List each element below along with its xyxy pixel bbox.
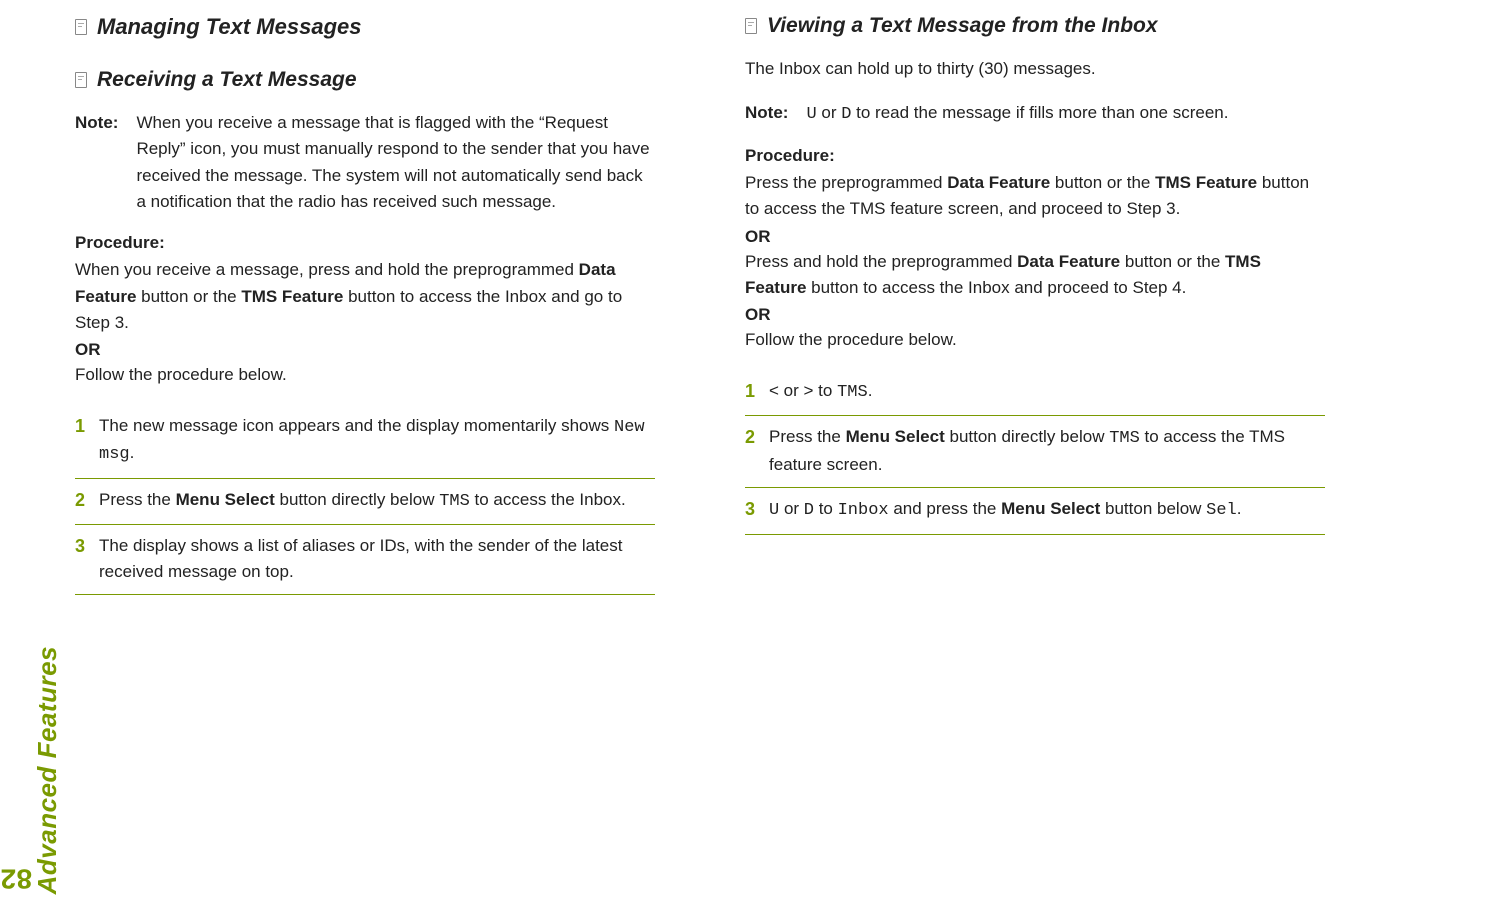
heading-text: Receiving a Text Message: [97, 68, 357, 92]
doc-icon: [75, 72, 87, 88]
heading-receiving: Receiving a Text Message: [75, 68, 655, 92]
step-number: 2: [75, 487, 85, 515]
page-body: Managing Text Messages Receiving a Text …: [65, 0, 1505, 898]
step-text: U or D to Inbox and press the Menu Selec…: [769, 496, 1241, 524]
procedure-intro: When you receive a message, press and ho…: [75, 257, 655, 336]
heading-managing: Managing Text Messages: [75, 14, 655, 40]
procedure-label: Procedure:: [75, 233, 655, 253]
step-number: 1: [745, 378, 755, 406]
note-body: U or D to read the message if fills more…: [806, 100, 1228, 128]
steps-list: 1 < or > to TMS. 2 Press the Menu Select…: [745, 370, 1325, 535]
step-text: Press the Menu Select button directly be…: [769, 424, 1325, 477]
heading-text: Viewing a Text Message from the Inbox: [767, 14, 1158, 38]
heading-text: Managing Text Messages: [97, 14, 361, 40]
side-tab-label: Advanced Features: [32, 646, 62, 894]
doc-icon: [75, 19, 87, 35]
step-number: 1: [75, 413, 85, 468]
procedure-p2: Press and hold the preprogrammed Data Fe…: [745, 249, 1325, 302]
procedure-p3: Follow the procedure below.: [745, 327, 1325, 353]
page-number: 82: [0, 862, 32, 894]
procedure-follow: Follow the procedure below.: [75, 362, 655, 388]
step-number: 3: [745, 496, 755, 524]
step-item: 1 < or > to TMS.: [745, 370, 1325, 417]
left-column: Managing Text Messages Receiving a Text …: [75, 10, 655, 888]
right-column: Viewing a Text Message from the Inbox Th…: [745, 10, 1325, 888]
step-item: 2 Press the Menu Select button directly …: [745, 416, 1325, 488]
or-label: OR: [745, 227, 1325, 247]
side-tab: 82 Advanced Features: [0, 638, 50, 898]
step-item: 1 The new message icon appears and the d…: [75, 405, 655, 479]
step-item: 3 The display shows a list of aliases or…: [75, 525, 655, 595]
note-body: When you receive a message that is flagg…: [136, 110, 655, 215]
step-text: < or > to TMS.: [769, 378, 872, 406]
step-item: 2 Press the Menu Select button directly …: [75, 479, 655, 526]
note-block: Note: U or D to read the message if fill…: [745, 100, 1325, 128]
steps-list: 1 The new message icon appears and the d…: [75, 405, 655, 596]
step-text: The new message icon appears and the dis…: [99, 413, 655, 468]
intro-text: The Inbox can hold up to thirty (30) mes…: [745, 56, 1325, 82]
doc-icon: [745, 18, 757, 34]
note-label: Note:: [745, 100, 788, 128]
procedure-label: Procedure:: [745, 146, 1325, 166]
step-item: 3 U or D to Inbox and press the Menu Sel…: [745, 488, 1325, 535]
step-text: Press the Menu Select button directly be…: [99, 487, 626, 515]
step-text: The display shows a list of aliases or I…: [99, 533, 655, 584]
procedure-p1: Press the preprogrammed Data Feature but…: [745, 170, 1325, 223]
step-number: 3: [75, 533, 85, 584]
step-number: 2: [745, 424, 755, 477]
or-label: OR: [75, 340, 655, 360]
note-block: Note: When you receive a message that is…: [75, 110, 655, 215]
note-label: Note:: [75, 110, 118, 215]
heading-viewing: Viewing a Text Message from the Inbox: [745, 14, 1325, 38]
or-label: OR: [745, 305, 1325, 325]
